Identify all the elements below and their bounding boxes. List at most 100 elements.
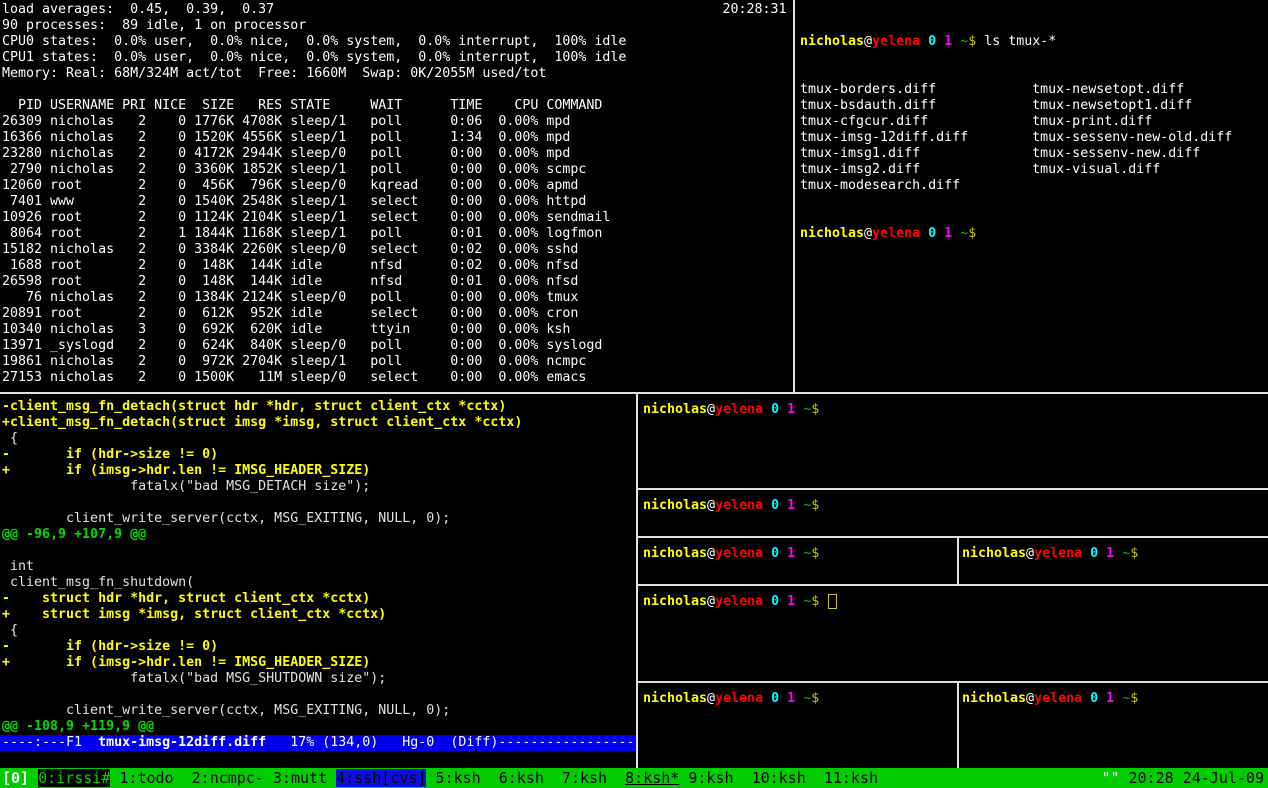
status-session-indicator[interactable]: [0] [2, 769, 38, 787]
top-table-row: 19861 nicholas 2 0 972K 2704K sleep/1 po… [2, 354, 793, 370]
status-windows-1-3[interactable]: 1:todo 2:ncmpc- 3:mutt [110, 769, 336, 787]
terminal-shell-ls[interactable]: nicholas@yelena 0 1 ~$ ls tmux-* tmux-bo… [795, 0, 1268, 392]
prompt-at: @ [707, 402, 715, 417]
prompt-flag1: 1 [787, 402, 795, 417]
prompt-user: nicholas [962, 546, 1026, 561]
window-border-h4[interactable] [638, 681, 1268, 683]
window-border-vertical-bottom[interactable] [636, 394, 638, 768]
shell-pane-3[interactable]: nicholas@yelena 0 1 ~$ [638, 538, 957, 584]
prompt-tilde: ~ [803, 691, 811, 706]
prompt-flag0: 0 [771, 594, 779, 609]
status-window-0-irssi[interactable]: 0:irssi# [38, 769, 110, 787]
window-border-v2[interactable] [957, 683, 959, 768]
top-table-row: 20891 root 2 0 612K 952K idle select 0:0… [2, 306, 793, 322]
top-table-row: 15182 nicholas 2 0 3384K 2260K sleep/0 s… [2, 242, 793, 258]
ls-output: tmux-borders.diff tmux-newsetopt.difftmu… [800, 82, 1268, 194]
top-info-line: 90 processes: 89 idle, 1 on processor [2, 18, 793, 34]
diff-line: fatalx("bad MSG_SHUTDOWN size"); [2, 671, 636, 687]
prompt-flag0: 0 [928, 226, 936, 241]
shell-pane-5-focused[interactable]: nicholas@yelena 0 1 ~$ [638, 586, 1268, 681]
prompt-at: @ [707, 498, 715, 513]
prompt-tilde: ~ [803, 402, 811, 417]
shell-pane-4[interactable]: nicholas@yelena 0 1 ~$ [959, 538, 1268, 584]
emacs-diff-buffer: -client_msg_fn_detach(struct hdr *hdr, s… [0, 394, 636, 735]
shell-pane-7[interactable]: nicholas@yelena 0 1 ~$ [959, 683, 1268, 768]
status-window-8-ksh-current[interactable]: 8:ksh* [625, 769, 679, 787]
top-info-line: Memory: Real: 68M/324M act/tot Free: 166… [2, 66, 793, 82]
window-border-v1[interactable] [957, 538, 959, 584]
window-border-h2[interactable] [638, 536, 1268, 538]
top-info-line: CPU0 states: 0.0% user, 0.0% nice, 0.0% … [2, 34, 793, 50]
diff-line: fatalx("bad MSG_DETACH size"); [2, 479, 636, 495]
prompt-tilde: ~ [1122, 691, 1130, 706]
terminal-cursor [828, 594, 837, 609]
diff-line: { [2, 431, 636, 447]
prompt-host: yelena [715, 402, 763, 417]
ls-file-row: tmux-imsg-12diff.diff tmux-sessenv-new-o… [800, 130, 1268, 146]
top-table-row: 13971 _syslogd 2 0 624K 840K sleep/0 pol… [2, 338, 793, 354]
shell-prompt: nicholas@yelena 0 1 ~$ [643, 546, 957, 562]
ls-file-row: tmux-imsg2.diff tmux-visual.diff [800, 162, 1268, 178]
prompt-host: yelena [715, 691, 763, 706]
prompt-command: ls tmux-* [976, 34, 1056, 49]
top-table-row: 7401 www 2 0 1540K 2548K sleep/1 select … [2, 194, 793, 210]
terminal-multiplexer-screen: load averages: 0.45, 0.39, 0.37 20:28:31… [0, 0, 1268, 788]
diff-line: +client_msg_fn_detach(struct imsg *imsg,… [2, 415, 636, 431]
top-table-row: 1688 root 2 0 148K 144K idle nfsd 0:02 0… [2, 258, 793, 274]
diff-line [2, 543, 636, 559]
ls-file-row: tmux-bsdauth.diff tmux-newsetopt1.diff [800, 98, 1268, 114]
terminal-emacs-diff[interactable]: -client_msg_fn_detach(struct hdr *hdr, s… [0, 394, 636, 768]
status-right: "" 20:28 24-Jul-09 [1101, 768, 1264, 788]
shell-pane-1[interactable]: nicholas@yelena 0 1 ~$ [638, 394, 1268, 488]
top-info-line: CPU1 states: 0.0% user, 0.0% nice, 0.0% … [2, 50, 793, 66]
window-border-h1[interactable] [638, 488, 1268, 490]
terminal-top-process-monitor[interactable]: load averages: 0.45, 0.39, 0.37 20:28:31… [0, 0, 793, 392]
prompt-host: yelena [872, 34, 920, 49]
prompt-flag0: 0 [928, 34, 936, 49]
status-clock: 20:28 24-Jul-09 [1129, 769, 1264, 787]
diff-line: @@ -108,9 +119,9 @@ [2, 719, 636, 735]
emacs-mode-line: ----:---F1 tmux-imsg-12diff.diff 17% (13… [0, 735, 636, 751]
diff-line: - if (hdr->size != 0) [2, 447, 636, 463]
prompt-host: yelena [872, 226, 920, 241]
status-windows-5-7[interactable]: 5:ksh 6:ksh 7:ksh [426, 769, 625, 787]
prompt-host: yelena [715, 546, 763, 561]
diff-line: @@ -96,9 +107,9 @@ [2, 527, 636, 543]
window-border-horizontal-main[interactable] [0, 392, 1268, 394]
top-table-header: PID USERNAME PRI NICE SIZE RES STATE WAI… [2, 98, 793, 114]
prompt-flag1: 1 [787, 546, 795, 561]
shell-prompt: nicholas@yelena 0 1 ~$ [643, 594, 1268, 610]
shell-pane-2[interactable]: nicholas@yelena 0 1 ~$ [638, 490, 1268, 536]
shell-pane-6[interactable]: nicholas@yelena 0 1 ~$ [638, 683, 957, 768]
diff-line: client_write_server(cctx, MSG_EXITING, N… [2, 703, 636, 719]
status-windows-9-11[interactable]: 9:ksh 10:ksh 11:ksh [679, 769, 878, 787]
prompt-at: @ [707, 594, 715, 609]
diff-line: client_write_server(cctx, MSG_EXITING, N… [2, 511, 636, 527]
prompt-dollar: $ [1130, 546, 1138, 561]
status-window-4-ssh[interactable]: 4:ssh[cvs] [336, 769, 426, 787]
diff-line [2, 687, 636, 703]
prompt-user: nicholas [643, 594, 707, 609]
top-table-row: 2790 nicholas 2 0 3360K 1852K sleep/1 po… [2, 162, 793, 178]
prompt-flag0: 0 [771, 498, 779, 513]
prompt-user: nicholas [800, 226, 864, 241]
prompt-tilde: ~ [803, 546, 811, 561]
window-border-h3[interactable] [638, 584, 1268, 586]
diff-line: -client_msg_fn_detach(struct hdr *hdr, s… [2, 399, 636, 415]
prompt-user: nicholas [643, 498, 707, 513]
ls-file-row: tmux-modesearch.diff [800, 178, 1268, 194]
prompt-host: yelena [1034, 546, 1082, 561]
status-bar: [0] 0:irssi# 1:todo 2:ncmpc- 3:mutt 4:ss… [0, 768, 1268, 788]
mode-line-info: 17% (134,0) Hg-0 (Diff) [266, 735, 498, 750]
top-table-row: 76 nicholas 2 0 1384K 2124K sleep/0 poll… [2, 290, 793, 306]
prompt-at: @ [864, 34, 872, 49]
prompt-flag0: 0 [771, 691, 779, 706]
prompt-at: @ [864, 226, 872, 241]
window-border-vertical-top[interactable] [793, 0, 795, 392]
mode-line-fill: ----------------- [498, 735, 634, 750]
prompt-flag0: 0 [1090, 691, 1098, 706]
prompt-flag1: 1 [1106, 546, 1114, 561]
status-session-title: "" [1101, 769, 1128, 787]
prompt-user: nicholas [643, 546, 707, 561]
diff-line: { [2, 623, 636, 639]
